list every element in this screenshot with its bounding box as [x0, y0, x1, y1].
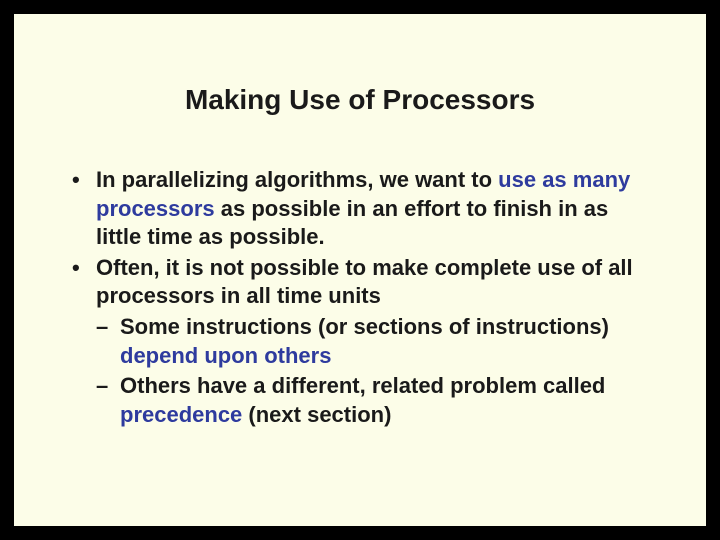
bullet-list: In parallelizing algorithms, we want to …	[64, 166, 656, 429]
sub1-highlight: depend upon others	[120, 343, 331, 368]
bullet2-text: Often, it is not possible to make comple…	[96, 255, 633, 309]
bullet-item-2: Often, it is not possible to make comple…	[68, 254, 656, 430]
sub2-highlight: precedence	[120, 402, 242, 427]
slide-title: Making Use of Processors	[64, 84, 656, 116]
bullet1-text-pre: In parallelizing algorithms, we want to	[96, 167, 498, 192]
slide: Making Use of Processors In parallelizin…	[12, 12, 708, 528]
sub-bullet-2: Others have a different, related problem…	[96, 372, 656, 429]
sub1-text-pre: Some instructions (or sections of instru…	[120, 314, 609, 339]
sub-bullet-1: Some instructions (or sections of instru…	[96, 313, 656, 370]
sub-bullet-list: Some instructions (or sections of instru…	[96, 313, 656, 429]
bullet-item-1: In parallelizing algorithms, we want to …	[68, 166, 656, 252]
sub2-text-pre: Others have a different, related problem…	[120, 373, 605, 398]
sub2-text-post: (next section)	[242, 402, 391, 427]
